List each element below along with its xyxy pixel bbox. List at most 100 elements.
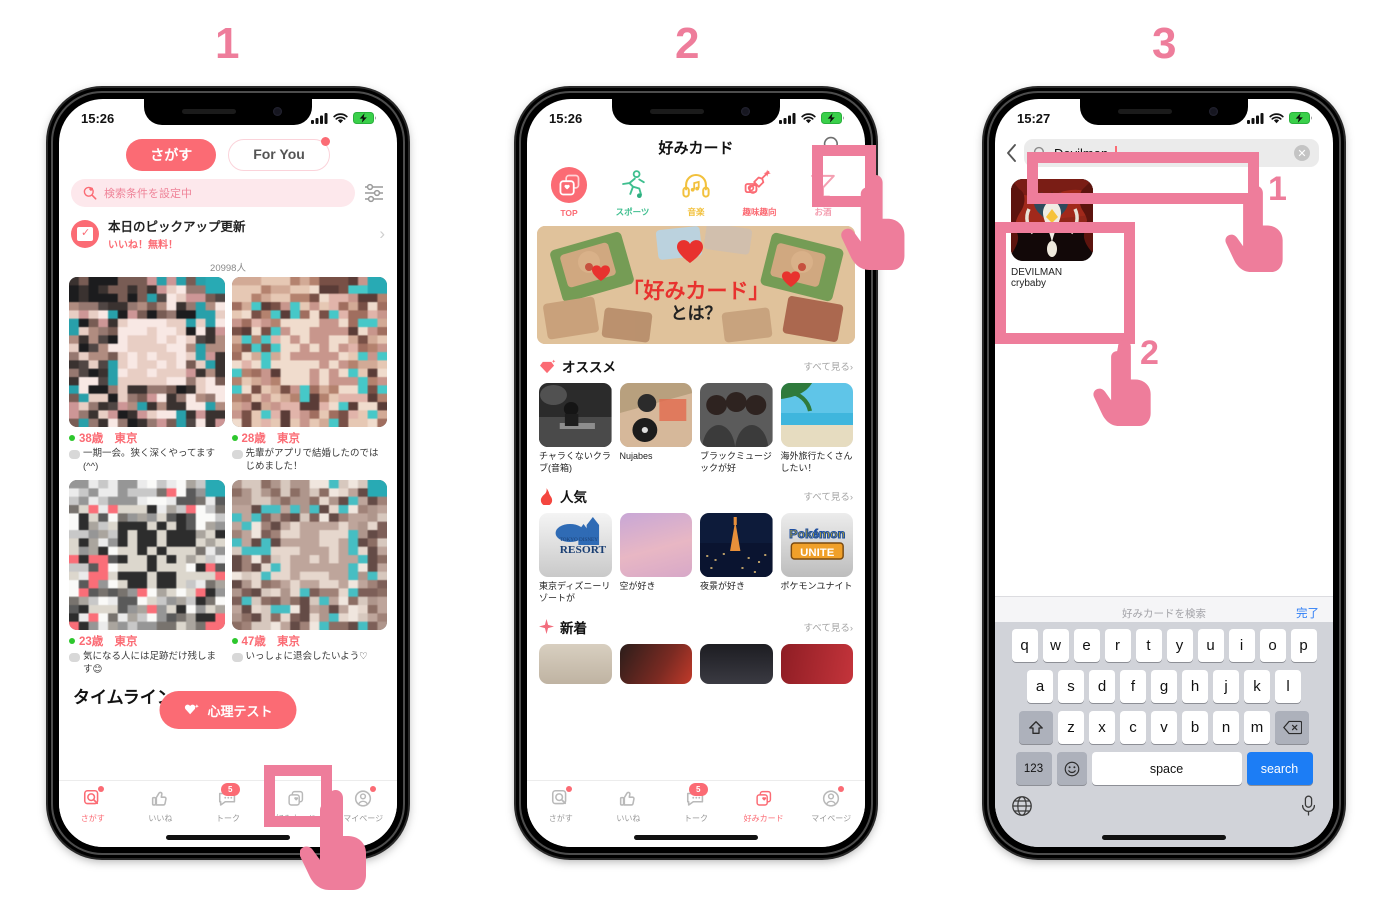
keyboard-placeholder: 好みカードを検索 — [1122, 607, 1206, 620]
key-r[interactable]: r — [1104, 629, 1131, 662]
tab-for-you[interactable]: For You — [228, 137, 330, 171]
key-a[interactable]: a — [1027, 670, 1053, 703]
category-music[interactable]: 音楽 — [668, 166, 724, 218]
keyboard-row-2: a s d f g h j k l — [995, 670, 1333, 703]
psych-test-label: 心理テスト — [207, 703, 273, 719]
shift-icon[interactable] — [1019, 711, 1053, 744]
key-l[interactable]: l — [1275, 670, 1301, 703]
section-header-shinchaku: 新着 すべて見る› — [527, 605, 865, 644]
battery-charging-icon — [1289, 112, 1312, 124]
konomi-card-item[interactable] — [539, 643, 612, 684]
tabbar-item-sagasu[interactable]: さがす — [59, 781, 127, 847]
key-p[interactable]: p — [1290, 629, 1317, 662]
pickup-banner[interactable]: 本日のピックアップ更新 いいね！無料！ › — [59, 207, 397, 259]
category-top[interactable]: TOP — [541, 166, 597, 218]
category-hobby[interactable]: 趣味趣向 — [732, 166, 788, 218]
chevron-left-icon[interactable] — [1005, 143, 1018, 163]
konomi-card-item[interactable] — [700, 643, 773, 684]
annotation-number-2: 2 — [1140, 334, 1159, 372]
home-indicator — [634, 835, 758, 840]
key-h[interactable]: h — [1182, 670, 1208, 703]
psych-test-button[interactable]: 心理テスト — [159, 691, 297, 729]
key-numbers[interactable]: 123 — [1015, 752, 1052, 785]
see-all-link[interactable]: すべて見る› — [803, 359, 853, 373]
keyboard-done-button[interactable]: 完了 — [1296, 605, 1319, 621]
item-thumb — [780, 383, 853, 447]
section-header-ninki: 人気 すべて見る› — [527, 474, 865, 513]
filter-sliders-icon[interactable] — [363, 183, 385, 203]
key-g[interactable]: g — [1151, 670, 1177, 703]
search-condition-bar[interactable]: 検索条件を設定中 — [71, 179, 355, 207]
konomi-card-item[interactable]: Nujabes — [619, 383, 692, 474]
key-z[interactable]: z — [1058, 711, 1084, 744]
konomi-card-item[interactable] — [780, 643, 853, 684]
konomi-card-item[interactable]: チャラくないクラブ(音箱) — [539, 383, 612, 474]
category-label: スポーツ — [615, 207, 650, 217]
cards-heart-icon — [550, 166, 588, 204]
backspace-icon[interactable] — [1275, 711, 1309, 744]
key-q[interactable]: q — [1011, 629, 1038, 662]
keyboard-row-1: q w e r t y u i o p — [995, 629, 1333, 662]
konomi-card-item[interactable] — [619, 643, 692, 684]
profile-age-area: 28歳 東京 — [231, 430, 388, 446]
key-search-return[interactable]: search — [1246, 752, 1313, 785]
key-y[interactable]: y — [1166, 629, 1193, 662]
profile-card[interactable]: 28歳 東京 先輩がアプリで結婚したのではじめました！ — [231, 277, 388, 473]
thumbs-up-icon — [152, 791, 168, 806]
key-c[interactable]: c — [1120, 711, 1146, 744]
key-x[interactable]: x — [1089, 711, 1115, 744]
profile-card[interactable]: 38歳 東京 一期一会。狭く深くやってます(^^) — [69, 277, 225, 473]
item-thumb — [619, 643, 692, 684]
konomi-card-item[interactable]: RESORT TOKYO DISNEY 東京ディズニーリゾートが — [539, 513, 612, 604]
konomi-card-item[interactable]: 夜景が好き — [700, 513, 773, 604]
konomi-card-item[interactable]: ブラックミュージックが好 — [700, 383, 773, 474]
globe-icon[interactable] — [1011, 795, 1033, 817]
tabbar-item-sagasu[interactable]: さがす — [527, 781, 595, 847]
key-s[interactable]: s — [1058, 670, 1084, 703]
category-label: 趣味趣向 — [742, 207, 777, 217]
key-f[interactable]: f — [1120, 670, 1146, 703]
key-m[interactable]: m — [1244, 711, 1270, 744]
konomi-card-item[interactable]: Pokémon UNITE ポケモンユナイト — [780, 513, 853, 604]
tab-for-you-dot — [320, 137, 330, 146]
key-w[interactable]: w — [1042, 629, 1069, 662]
key-n[interactable]: n — [1213, 711, 1239, 744]
tabbar-item-mypage[interactable]: マイページ — [797, 781, 865, 847]
sparkle-icon — [539, 619, 554, 635]
signal-bars-icon — [311, 112, 328, 124]
key-space[interactable]: space — [1091, 752, 1242, 785]
tab-sagasu[interactable]: さがす — [126, 139, 217, 171]
emoji-icon[interactable] — [1056, 752, 1087, 785]
key-i[interactable]: i — [1228, 629, 1255, 662]
see-all-link[interactable]: すべて見る› — [803, 489, 853, 503]
pickup-title: 本日のピックアップ更新 — [108, 220, 246, 234]
gem-icon — [540, 359, 556, 373]
key-u[interactable]: u — [1197, 629, 1224, 662]
konomi-card-item[interactable]: 海外旅行たくさんしたい！ — [780, 383, 853, 474]
profile-card[interactable]: 47歳 東京 いっしょに退会したいよう♡ — [231, 480, 387, 676]
microphone-icon[interactable] — [1300, 795, 1317, 817]
battery-charging-icon — [353, 112, 376, 124]
key-o[interactable]: o — [1259, 629, 1286, 662]
konomi-card-item[interactable]: 空が好き — [619, 513, 692, 604]
category-sports[interactable]: スポーツ — [605, 166, 661, 218]
key-e[interactable]: e — [1073, 629, 1100, 662]
tabbar-label: マイページ — [811, 814, 852, 823]
home-indicator — [1102, 835, 1226, 840]
profile-card[interactable]: 23歳 東京 気になる人には足跡だけ残します😊 — [69, 480, 225, 676]
talk-badge: 5 — [220, 783, 240, 796]
key-t[interactable]: t — [1135, 629, 1162, 662]
konomi-card-banner[interactable]: 「好みカード」 とは？ — [537, 226, 855, 344]
key-v[interactable]: v — [1151, 711, 1177, 744]
step-number-3: 3 — [1152, 19, 1177, 68]
see-all-link[interactable]: すべて見る› — [803, 620, 853, 634]
key-b[interactable]: b — [1182, 711, 1208, 744]
key-j[interactable]: j — [1213, 670, 1239, 703]
svg-text:とは？: とは？ — [671, 304, 722, 323]
key-d[interactable]: d — [1089, 670, 1115, 703]
key-k[interactable]: k — [1244, 670, 1270, 703]
profile-bio: 先輩がアプリで結婚したのではじめました！ — [231, 448, 388, 473]
keyboard-bottom-row — [995, 793, 1333, 817]
clear-circle-icon[interactable]: ✕ — [1294, 145, 1310, 161]
profile-grid: 38歳 東京 一期一会。狭く深くやってます(^^) 28歳 東京 先輩がアプリで… — [59, 277, 397, 676]
